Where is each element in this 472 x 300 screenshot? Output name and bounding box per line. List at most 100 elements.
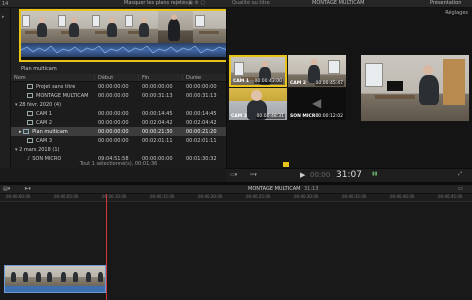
view-options-icon[interactable]: ▭▾ [230, 172, 237, 178]
project-icon [27, 83, 33, 89]
playhead[interactable] [106, 194, 107, 300]
column-header-end[interactable]: Fin [139, 74, 183, 81]
angle-label: CAM 3 [231, 114, 247, 119]
multicam-icon [23, 128, 30, 134]
filmstrip-thumb-6 [192, 11, 227, 43]
row-end: 00:02:01:11 [142, 137, 173, 144]
row-end: 00:00:21:30 [139, 127, 183, 136]
angle-timecode: 00:00:12:02 [314, 114, 344, 119]
row-start: 00:00:00:00 [98, 119, 129, 126]
row-name: CAM 1 [36, 110, 52, 117]
row-name: Projet sans titre [36, 83, 76, 90]
toolbar-icons[interactable]: ▣ ⚙ ▢ [188, 0, 205, 6]
row-duration: 00:00:21:20 [183, 127, 226, 136]
ruler-label: 00:00:00:00 [6, 194, 31, 199]
speaker-icon: ◀ [312, 96, 322, 110]
angle-cam-2[interactable]: CAM 2 00:00:45:47 [288, 55, 346, 87]
clip-table: Projet sans titre 00:00:00:00 00:00:00:0… [11, 82, 226, 163]
table-row-group[interactable]: ▾ 2 mars 2018 (1) [11, 145, 226, 154]
table-row-selected[interactable]: ▸ Plan multicam 00:00:00:00 00:00:21:30 … [11, 127, 226, 136]
row-duration [183, 145, 226, 154]
main-viewer: Réglages [347, 8, 472, 168]
timeline-thumb [42, 266, 55, 286]
timeline-thumb [67, 266, 80, 286]
row-end: 00:00:00:00 [142, 83, 173, 90]
angle-cam-1[interactable]: CAM 1 00:00:43:00 [229, 55, 287, 87]
angle-bank-icon[interactable] [283, 162, 289, 167]
angle-viewer: CAM 1 00:00:43:00 CAM 2 00:00:45:47 CAM … [226, 8, 347, 168]
row-start: 00:00:00:00 [98, 92, 129, 99]
filmstrip-thumb-1 [21, 11, 56, 43]
filmstrip-caption: Plan multicam [21, 66, 57, 72]
row-start [95, 145, 139, 154]
clip-icon [27, 119, 33, 125]
row-name: MONTAGE MULTICAM [36, 92, 89, 99]
audio-waveform [21, 43, 227, 57]
ruler-label: 00:00:05:00 [54, 194, 79, 199]
timeline-ruler[interactable]: 00:00:00:00 00:00:05:00 00:00:10:00 00:0… [0, 194, 472, 202]
settings-dropdown[interactable]: Réglages [445, 10, 468, 16]
table-row[interactable]: CAM 3 00:00:00:00 00:02:01:11 00:02:01:1… [11, 136, 226, 145]
filmstrip-thumb-4 [123, 11, 159, 43]
ruler-label: 00:00:15:00 [150, 194, 175, 199]
ruler-label: 00:00:30:00 [294, 194, 319, 199]
ruler-label: 00:00:45:00 [438, 194, 463, 199]
angle-timecode: 00:00:43:00 [253, 79, 283, 84]
table-row[interactable]: MONTAGE MULTICAM 00:00:00:00 00:00:31:13… [11, 91, 226, 100]
ruler-label: 00:00:35:00 [342, 194, 367, 199]
column-header-start[interactable]: Début [95, 74, 139, 81]
presentation-label[interactable]: Présentation [430, 0, 461, 6]
timeline-thumb [5, 266, 18, 286]
timeline-index-icon[interactable]: ▤▾ [3, 186, 10, 192]
ruler-label: 00:00:25:00 [246, 194, 271, 199]
angle-cam-3[interactable]: CAM 3 00:00:48:31 [229, 88, 287, 120]
row-name: Plan multicam [32, 128, 68, 135]
browser-status: Tout 1 sélectionné(s), 00:01:36 [79, 161, 158, 167]
tool-options-icon[interactable]: ✂▾ [250, 172, 257, 178]
timecode-prefix: 00:00 [310, 171, 331, 179]
row-duration: 00:02:04:42 [186, 119, 217, 126]
angle-timecode: 00:00:45:47 [314, 81, 344, 86]
filmstrip-clip[interactable] [19, 9, 229, 62]
timeline-thumb [17, 266, 30, 286]
row-start: 00:00:00:00 [95, 127, 139, 136]
clip-icon [27, 137, 33, 143]
filmstrip-thumb-2 [55, 11, 90, 43]
sidebar-toggle[interactable]: ▸ [2, 14, 5, 20]
timeline-track-area[interactable] [0, 194, 472, 300]
row-start [95, 100, 139, 109]
timeline-title: MONTAGE MULTICAM [248, 186, 301, 192]
filmstrip-thumb-5 [158, 11, 193, 43]
column-header-duration[interactable]: Durée [183, 75, 226, 81]
ruler-label: 00:00:20:00 [198, 194, 223, 199]
select-tool-icon[interactable]: ➤▾ [24, 186, 31, 192]
timeline-zoom-icon[interactable]: ▭ [458, 186, 463, 192]
viewer-title: MONTAGE MULTICAM [312, 0, 365, 6]
column-header-name[interactable]: Nom [11, 74, 95, 81]
timeline-clip-multicam[interactable] [4, 265, 106, 293]
project-icon [27, 92, 33, 98]
table-row-group[interactable]: ▾ 28 févr. 2020 (4) [11, 100, 226, 109]
table-row[interactable]: CAM 2 00:00:00:00 00:02:04:42 00:02:04:4… [11, 118, 226, 127]
row-duration: 00:00:00:00 [186, 83, 217, 90]
list-header: Nom Début Fin Durée [11, 74, 226, 82]
timecode-display[interactable]: 31:07 [336, 170, 362, 180]
row-duration: 00:02:01:11 [186, 137, 217, 144]
fullscreen-icon[interactable]: ⤢ [458, 171, 462, 177]
row-duration: 00:00:14:45 [186, 110, 217, 117]
angle-son-micro[interactable]: ◀ SON MICRO 00:00:12:02 [288, 88, 346, 120]
row-end [139, 145, 183, 154]
table-row[interactable]: CAM 1 00:00:00:00 00:00:14:45 00:00:14:4… [11, 109, 226, 118]
timeline-thumb [92, 266, 105, 286]
row-start: 00:00:00:00 [98, 137, 129, 144]
row-end [139, 100, 183, 109]
timeline-clip-audio [5, 286, 105, 292]
play-button[interactable]: ▶ [300, 171, 305, 179]
table-row[interactable]: Projet sans titre 00:00:00:00 00:00:00:0… [11, 82, 226, 91]
row-duration [183, 100, 226, 109]
clip-icon [27, 110, 33, 116]
left-number: 14 [2, 1, 9, 7]
filter-label[interactable]: Masquer les plans rejetés [124, 0, 188, 6]
filmstrip-thumb-3 [89, 11, 124, 43]
viewer-quality[interactable]: Qualité ou titre [232, 0, 270, 6]
